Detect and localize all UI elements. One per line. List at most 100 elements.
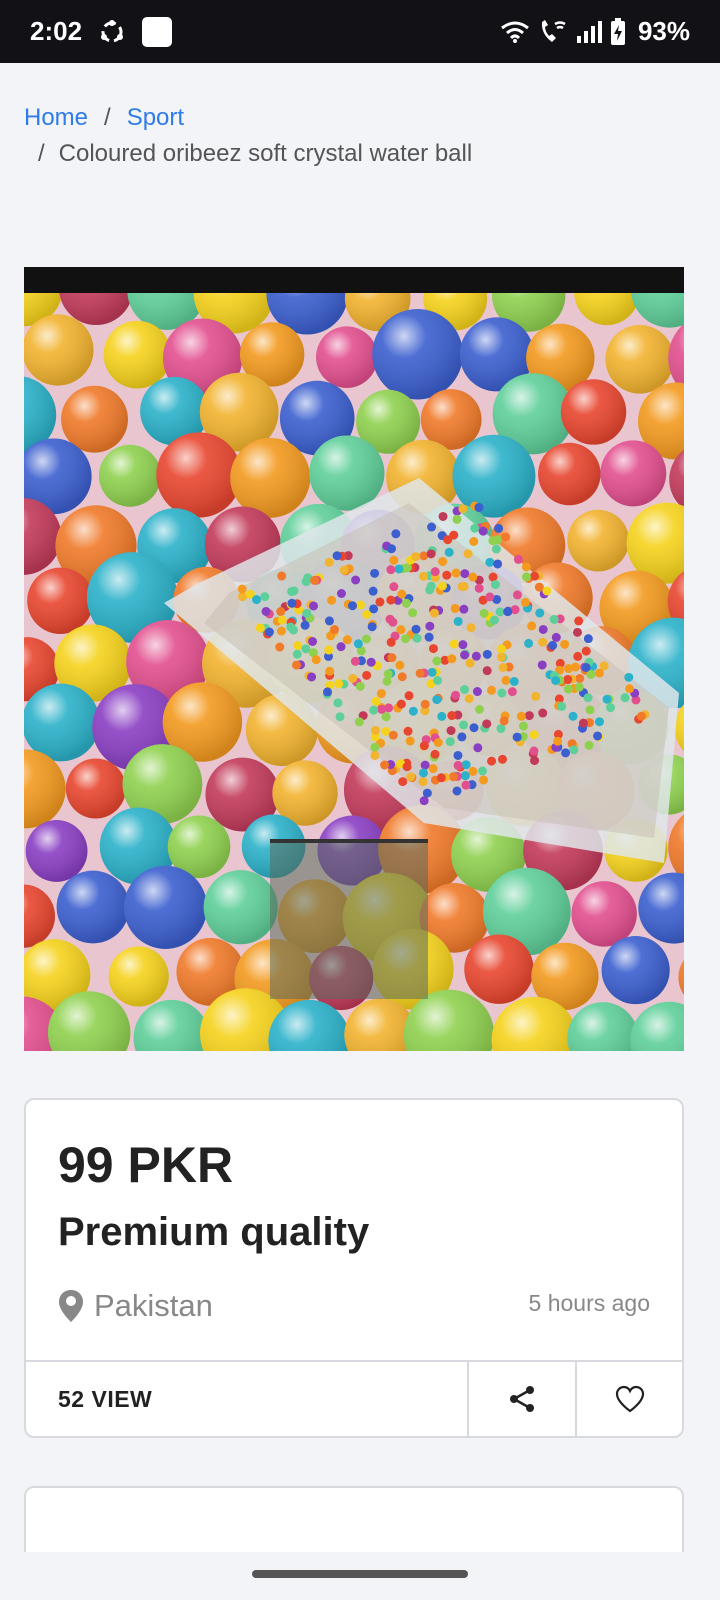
tiny-bead	[501, 675, 511, 685]
tiny-bead	[450, 604, 460, 614]
bead-shine	[24, 683, 100, 762]
tiny-bead	[391, 529, 401, 539]
tiny-bead	[402, 762, 412, 772]
tiny-bead	[584, 740, 594, 750]
play-thumbnail	[270, 839, 428, 999]
tiny-bead	[276, 607, 286, 617]
tiny-bead	[436, 773, 446, 783]
tiny-bead	[449, 639, 459, 649]
tiny-bead	[442, 570, 452, 580]
gesture-handle[interactable]	[252, 1570, 468, 1578]
tiny-bead	[482, 719, 492, 729]
tiny-bead	[583, 634, 593, 644]
tiny-bead	[387, 653, 397, 663]
signal-icon	[576, 20, 602, 43]
tiny-bead	[501, 532, 511, 542]
tiny-bead	[300, 620, 310, 630]
tiny-bead	[335, 712, 345, 722]
tiny-bead	[237, 584, 247, 594]
breadcrumb-separator: /	[104, 104, 111, 131]
tiny-bead	[324, 557, 334, 567]
tiny-bead	[557, 701, 567, 711]
tiny-bead	[561, 748, 571, 758]
tiny-bead	[472, 687, 482, 697]
tiny-bead	[444, 547, 454, 557]
tiny-bead	[581, 646, 591, 656]
tiny-bead	[490, 580, 500, 590]
tiny-bead	[461, 780, 471, 790]
tiny-bead	[356, 600, 366, 610]
tiny-bead	[342, 635, 352, 645]
bead-shine	[24, 314, 94, 386]
tiny-bead	[468, 766, 478, 776]
share-button[interactable]	[467, 1362, 575, 1436]
share-icon	[510, 1386, 534, 1412]
tiny-bead	[430, 567, 440, 577]
tiny-bead	[570, 662, 580, 672]
tiny-bead	[468, 572, 478, 582]
tiny-bead	[482, 649, 492, 659]
tiny-bead	[460, 650, 470, 660]
tiny-bead	[449, 530, 459, 540]
tiny-bead	[261, 606, 271, 616]
tiny-bead	[459, 604, 469, 614]
breadcrumb-home-link[interactable]: Home	[24, 104, 88, 131]
tiny-bead	[574, 616, 584, 626]
tiny-bead	[518, 721, 528, 731]
tiny-bead	[275, 642, 285, 652]
tiny-bead	[427, 522, 437, 532]
sync-icon	[101, 19, 124, 42]
heart-icon	[615, 1385, 644, 1413]
tiny-bead	[512, 590, 522, 600]
tiny-bead	[287, 598, 297, 608]
tiny-bead	[389, 582, 399, 592]
tiny-bead	[437, 581, 447, 591]
tiny-bead	[424, 632, 434, 642]
tiny-bead	[568, 711, 578, 721]
card-footer: 52 VIEW	[26, 1360, 682, 1436]
favorite-button[interactable]	[575, 1362, 682, 1436]
bead-shine	[56, 870, 130, 944]
tiny-bead	[474, 583, 484, 593]
tiny-bead	[292, 660, 302, 670]
tiny-bead	[478, 526, 488, 536]
tiny-bead	[425, 621, 435, 631]
tiny-bead	[482, 666, 492, 676]
tiny-bead	[420, 699, 430, 709]
tiny-bead	[575, 673, 585, 683]
tiny-bead	[498, 662, 508, 672]
tiny-bead	[485, 557, 495, 567]
tiny-bead	[329, 625, 339, 635]
tiny-bead	[470, 523, 480, 533]
tiny-bead	[238, 592, 248, 602]
tiny-bead	[406, 772, 416, 782]
tiny-bead	[307, 672, 317, 682]
tiny-bead	[327, 595, 337, 605]
tiny-bead	[520, 597, 530, 607]
bead-shine	[600, 440, 667, 507]
tiny-bead	[388, 617, 398, 627]
tiny-bead	[529, 730, 539, 740]
tiny-bead	[411, 624, 421, 634]
tiny-bead	[394, 564, 404, 574]
product-location: Pakistan	[58, 1288, 213, 1324]
bead-shine	[25, 820, 88, 882]
bead-shine	[464, 934, 534, 1004]
breadcrumb-sport-link[interactable]: Sport	[127, 104, 184, 131]
tiny-bead	[419, 571, 429, 581]
tiny-bead	[485, 592, 495, 602]
bead-shine	[567, 509, 629, 572]
tiny-bead	[513, 554, 523, 564]
bead-shine	[123, 865, 208, 949]
tiny-bead	[426, 549, 436, 559]
tiny-bead	[386, 595, 396, 605]
tiny-bead	[605, 703, 615, 713]
product-image[interactable]	[24, 267, 684, 1051]
tiny-bead	[509, 676, 519, 686]
bead-shine	[65, 758, 126, 819]
tiny-bead	[530, 571, 540, 581]
tiny-bead	[324, 645, 334, 655]
tiny-bead	[460, 569, 470, 579]
tiny-bead	[403, 726, 413, 736]
bead-shine	[538, 442, 601, 506]
